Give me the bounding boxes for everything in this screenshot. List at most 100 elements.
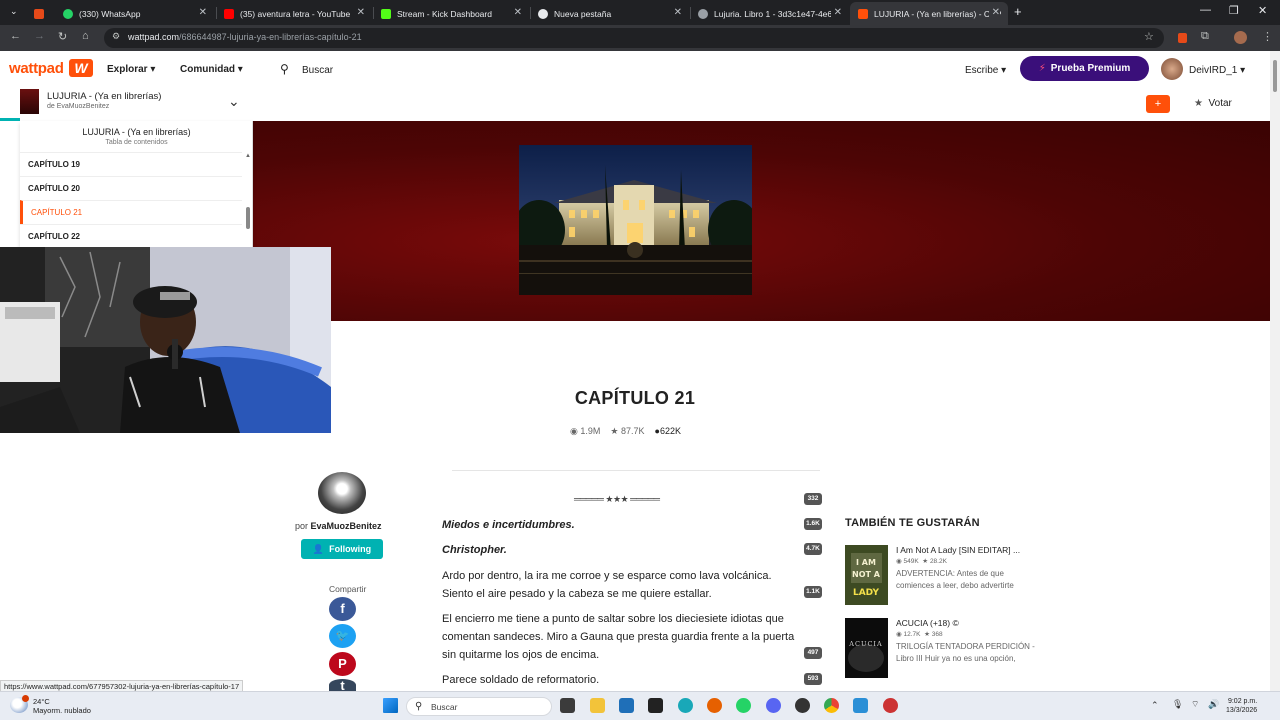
close-window-icon[interactable]: ✕ [1258,4,1267,17]
comment-badge[interactable]: 497 [804,647,822,659]
firefox-icon[interactable] [707,698,722,713]
profile-avatar-icon[interactable] [1234,31,1247,44]
toc-item-capitulo-21[interactable]: CAPÍTULO 21 [20,200,242,224]
clock-date: 13/3/2026 [1226,707,1258,714]
extensions-puzzle-icon[interactable]: ⧉ [1201,30,1209,43]
back-icon[interactable]: ← [10,30,21,42]
votes-count: 87.7K [620,426,645,436]
forward-icon[interactable]: → [34,30,45,42]
book-title[interactable]: I Am Not A Lady [SIN EDITAR] ... [896,545,1036,555]
new-tab-icon[interactable]: + [1014,4,1022,19]
discord-icon[interactable] [766,698,781,713]
edge-icon[interactable] [678,698,693,713]
webcam-overlay [0,247,331,433]
author-name-link[interactable]: EvaMuozBenitez [311,521,382,531]
facebook-share-icon[interactable]: f [329,597,356,621]
escribe-label: Escribe [965,65,999,76]
weather-widget[interactable]: 24°C Mayorm. nublado [33,697,91,715]
tray-chevron-up-icon[interactable]: ⌃ [1151,700,1159,711]
user-avatar[interactable] [1161,58,1183,80]
explorar-menu[interactable]: Explorar ▾ [107,64,155,75]
story-cover-thumbnail[interactable] [20,89,39,114]
username-label: DeivIRD_1 [1189,65,1238,76]
book-cover[interactable]: ACUCIA [845,618,888,678]
volume-icon[interactable]: 🔊 [1208,699,1219,710]
author-avatar[interactable] [318,472,366,514]
terminal-icon[interactable] [648,698,663,713]
story-title[interactable]: LUJURIA - (Ya en librerías) [47,91,161,102]
bookmark-star-icon[interactable]: ☆ [1144,30,1154,43]
search-icon[interactable]: ⚲ [280,62,289,76]
maximize-icon[interactable]: ❐ [1229,4,1239,17]
chrome-taskbar-icon[interactable] [824,698,839,713]
wattpad-w-icon[interactable]: W [69,59,93,77]
escribe-menu[interactable]: Escribe ▾ [965,65,1006,76]
premium-button[interactable]: ⚡ Prueba Premium [1020,56,1149,81]
whatsapp-icon [63,8,73,19]
photos-icon[interactable] [853,698,868,713]
toc-item-capitulo-19[interactable]: CAPÍTULO 19 [20,152,242,176]
menu-dots-icon[interactable]: ⋮ [1262,30,1273,43]
comunidad-menu[interactable]: Comunidad ▾ [180,64,243,75]
pinterest-share-icon[interactable]: P [329,652,356,676]
close-tab-icon[interactable]: ✕ [674,7,682,18]
tab-whatsapp[interactable]: (330) WhatsApp ✕ [55,2,215,25]
taskbar-clock[interactable]: 9:02 p.m. 13/3/2026 [1226,697,1257,715]
close-tab-icon[interactable]: ✕ [830,7,842,18]
app-taskbar-icon[interactable] [883,698,898,713]
reload-icon[interactable]: ↻ [58,30,67,43]
home-icon[interactable]: ⌂ [82,30,89,42]
paragraph: Ardo por dentro, la ira me corroe y se e… [442,570,772,600]
toc-item-capitulo-22[interactable]: CAPÍTULO 22 [20,224,242,247]
comment-badge[interactable]: 1.1K [804,586,822,598]
file-explorer-icon[interactable] [590,698,605,713]
tab-lujuria-doc[interactable]: Lujuria. Libro 1 - 3d3c1e47-4e6 ✕ [690,2,850,25]
extension-icon[interactable] [1178,33,1187,43]
store-icon[interactable] [619,698,634,713]
toc-scrollbar[interactable]: ▲ [244,153,252,247]
tab-kick[interactable]: Stream - Kick Dashboard ✕ [373,2,530,25]
comment-badge[interactable]: 593 [804,673,822,685]
search-input[interactable]: Buscar [302,65,333,76]
wattpad-logo[interactable]: wattpad [9,60,64,77]
svg-text:ACUCIA: ACUCIA [848,640,882,648]
windows-start-icon[interactable] [383,698,398,713]
close-tab-icon[interactable]: ✕ [514,7,522,18]
premium-label: Prueba Premium [1050,63,1131,74]
add-to-list-button[interactable]: + [1146,95,1170,113]
minimize-icon[interactable]: — [1200,4,1211,16]
page-scrollbar[interactable] [1270,51,1280,691]
toc-item-capitulo-20[interactable]: CAPÍTULO 20 [20,176,242,200]
task-view-icon[interactable] [560,698,575,713]
following-button[interactable]: 👤 Following [301,539,383,559]
toc-scroll-thumb[interactable] [246,207,250,229]
tab-new[interactable]: Nueva pestaña ✕ [530,2,690,25]
book-cover[interactable]: I AM NOT A LADY [845,545,888,605]
site-info-icon[interactable]: ⚙ [112,31,120,42]
user-menu[interactable]: DeivIRD_1 ▾ [1189,65,1245,76]
tab-label: LUJURIA - (Ya en librerías) - CAP [874,8,1002,19]
wifi-icon[interactable]: ⌔ [1191,699,1199,710]
scroll-up-icon[interactable]: ▲ [245,153,251,159]
comment-badge[interactable]: 4.7K [804,543,822,555]
microphone-icon[interactable]: 🎙 [1172,699,1183,710]
obs-icon[interactable] [795,698,810,713]
tumblr-share-icon[interactable]: t [329,679,356,693]
twitter-share-icon[interactable]: 🐦 [329,624,356,648]
taskbar-search-input[interactable]: ⚲ Buscar [406,697,552,716]
close-tab-icon[interactable]: ✕ [199,7,207,18]
close-tab-icon[interactable]: ✕ [357,7,365,18]
whatsapp-taskbar-icon[interactable] [736,698,751,713]
page-scroll-thumb[interactable] [1273,60,1277,92]
url-field[interactable]: ⚙ wattpad.com/686644987-lujuria-ya-en-li… [104,28,1164,48]
pinned-tab[interactable] [34,2,48,25]
book-title[interactable]: ACUCIA (+18) © [896,618,1036,628]
tab-search-icon[interactable]: ⌄ [10,6,18,17]
comment-badge[interactable]: 332 [804,493,822,505]
vote-button[interactable]: ★ Votar [1194,98,1232,109]
close-tab-icon[interactable]: ✕ [988,7,1000,18]
toc-chevron-down-icon[interactable]: ⌄ [228,93,240,110]
tab-wattpad-active[interactable]: LUJURIA - (Ya en librerías) - CAP ✕ [850,2,1008,25]
tab-youtube[interactable]: (35) aventura letra - YouTube ✕ [216,2,373,25]
comment-badge[interactable]: 1.6K [804,518,822,530]
